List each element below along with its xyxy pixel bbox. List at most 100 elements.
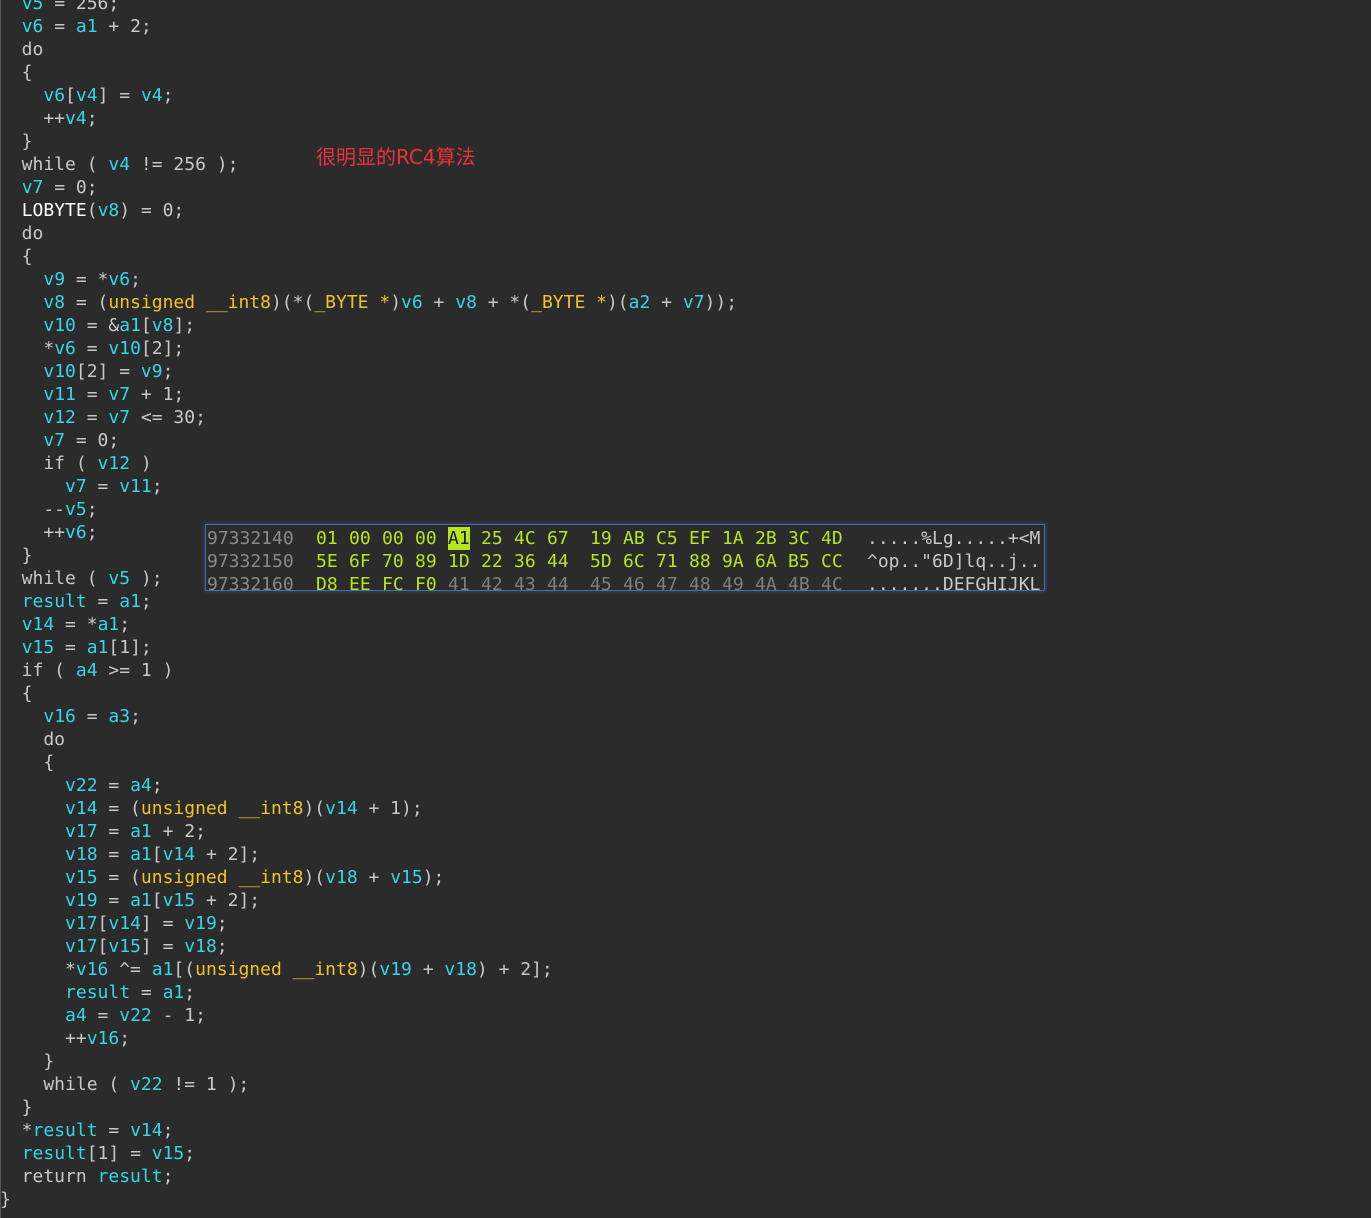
code-line[interactable]: v17 = a1 + 2; — [0, 820, 1371, 843]
code-identifier[interactable]: a1 — [163, 982, 185, 1003]
code-line[interactable]: v15 = (unsigned __int8)(v18 + v15); — [0, 866, 1371, 889]
code-identifier[interactable]: a1 — [152, 959, 174, 980]
code-identifier[interactable]: v17 — [65, 936, 98, 957]
code-identifier[interactable]: v8 — [152, 315, 174, 336]
code-line[interactable]: LOBYTE(v8) = 0; — [0, 199, 1371, 222]
code-line[interactable]: v7 = 0; — [0, 176, 1371, 199]
code-identifier[interactable]: v4 — [76, 85, 98, 106]
code-identifier[interactable]: v17 — [65, 821, 98, 842]
code-line[interactable]: *v6 = v10[2]; — [0, 337, 1371, 360]
code-identifier[interactable]: v10 — [43, 315, 76, 336]
code-identifier[interactable]: v18 — [184, 936, 217, 957]
code-identifier[interactable]: a4 — [65, 1005, 87, 1026]
code-line[interactable]: v17[v15] = v18; — [0, 935, 1371, 958]
code-identifier[interactable]: v6 — [43, 85, 65, 106]
code-identifier[interactable]: result — [65, 982, 130, 1003]
code-identifier[interactable]: v16 — [43, 706, 76, 727]
code-line[interactable]: v19 = a1[v15 + 2]; — [0, 889, 1371, 912]
code-line[interactable]: do — [0, 222, 1371, 245]
code-line[interactable]: v8 = (unsigned __int8)(*(_BYTE *)v6 + v8… — [0, 291, 1371, 314]
code-identifier[interactable]: result — [22, 1143, 87, 1164]
code-line[interactable]: v14 = *a1; — [0, 613, 1371, 636]
code-identifier[interactable]: v9 — [43, 269, 65, 290]
code-identifier[interactable]: a1 — [130, 844, 152, 865]
code-line[interactable]: while ( v4 != 256 ); — [0, 153, 1371, 176]
code-identifier[interactable]: v14 — [108, 913, 141, 934]
code-line[interactable]: } — [0, 130, 1371, 153]
code-line[interactable]: while ( v22 != 1 ); — [0, 1073, 1371, 1096]
code-identifier[interactable]: v14 — [65, 798, 98, 819]
code-identifier[interactable]: a4 — [76, 660, 98, 681]
code-identifier[interactable]: v15 — [163, 890, 196, 911]
code-identifier[interactable]: v19 — [379, 959, 412, 980]
code-identifier[interactable]: v19 — [184, 913, 217, 934]
code-identifier[interactable]: a1 — [119, 315, 141, 336]
code-line[interactable]: v17[v14] = v19; — [0, 912, 1371, 935]
code-identifier[interactable]: v11 — [119, 476, 152, 497]
code-identifier[interactable]: v4 — [65, 108, 87, 129]
code-identifier[interactable]: a1 — [87, 637, 109, 658]
code-identifier[interactable]: v15 — [390, 867, 423, 888]
code-line[interactable]: } — [0, 1050, 1371, 1073]
code-identifier[interactable]: v16 — [76, 959, 109, 980]
code-line[interactable]: ++v16; — [0, 1027, 1371, 1050]
code-line[interactable]: result[1] = v15; — [0, 1142, 1371, 1165]
code-identifier[interactable]: v18 — [65, 844, 98, 865]
code-identifier[interactable]: v6 — [54, 338, 76, 359]
code-identifier[interactable]: a4 — [130, 775, 152, 796]
code-line[interactable]: v11 = v7 + 1; — [0, 383, 1371, 406]
code-identifier[interactable]: v6 — [22, 16, 44, 37]
code-identifier[interactable]: v16 — [87, 1028, 120, 1049]
code-line[interactable]: result = a1; — [0, 981, 1371, 1004]
code-line[interactable]: { — [0, 61, 1371, 84]
code-identifier[interactable]: v4 — [141, 85, 163, 106]
code-identifier[interactable]: v10 — [43, 361, 76, 382]
code-identifier[interactable]: v14 — [22, 614, 55, 635]
code-line[interactable]: do — [0, 38, 1371, 61]
code-line[interactable]: } — [0, 1096, 1371, 1119]
code-identifier[interactable]: v15 — [152, 1143, 185, 1164]
code-identifier[interactable]: v9 — [141, 361, 163, 382]
code-line[interactable]: v7 = 0; — [0, 429, 1371, 452]
code-identifier[interactable]: v4 — [108, 154, 130, 175]
code-identifier[interactable]: v15 — [65, 867, 98, 888]
code-function[interactable]: LOBYTE — [22, 200, 87, 221]
code-line[interactable]: v15 = a1[1]; — [0, 636, 1371, 659]
code-identifier[interactable]: v8 — [455, 292, 477, 313]
code-identifier[interactable]: v6 — [65, 522, 87, 543]
code-line[interactable]: --v5; — [0, 498, 1371, 521]
code-identifier[interactable]: v14 — [325, 798, 358, 819]
code-line[interactable]: } — [0, 1188, 1371, 1211]
code-identifier[interactable]: v22 — [119, 1005, 152, 1026]
code-identifier[interactable]: v22 — [65, 775, 98, 796]
code-line[interactable]: *result = v14; — [0, 1119, 1371, 1142]
code-identifier[interactable]: a1 — [130, 890, 152, 911]
code-identifier[interactable]: v10 — [108, 338, 141, 359]
code-identifier[interactable]: v17 — [65, 913, 98, 934]
code-identifier[interactable]: v12 — [43, 407, 76, 428]
code-identifier[interactable]: v19 — [65, 890, 98, 911]
code-identifier[interactable]: result — [22, 591, 87, 612]
code-line[interactable]: ++v4; — [0, 107, 1371, 130]
code-identifier[interactable]: v14 — [130, 1120, 163, 1141]
code-line[interactable]: return result; — [0, 1165, 1371, 1188]
code-line[interactable]: if ( v12 ) — [0, 452, 1371, 475]
code-line[interactable]: v5 = 256; — [0, 0, 1371, 15]
code-identifier[interactable]: v18 — [325, 867, 358, 888]
code-line[interactable]: { — [0, 751, 1371, 774]
code-identifier[interactable]: v7 — [43, 430, 65, 451]
code-line[interactable]: v18 = a1[v14 + 2]; — [0, 843, 1371, 866]
code-identifier[interactable]: v11 — [43, 384, 76, 405]
code-identifier[interactable]: v7 — [108, 384, 130, 405]
code-line[interactable]: v14 = (unsigned __int8)(v14 + 1); — [0, 797, 1371, 820]
code-identifier[interactable]: v5 — [22, 0, 44, 14]
code-identifier[interactable]: v5 — [65, 499, 87, 520]
code-identifier[interactable]: a2 — [629, 292, 651, 313]
code-line[interactable]: { — [0, 245, 1371, 268]
code-identifier[interactable]: a1 — [119, 591, 141, 612]
code-identifier[interactable]: result — [33, 1120, 98, 1141]
code-line[interactable]: *v16 ^= a1[(unsigned __int8)(v19 + v18) … — [0, 958, 1371, 981]
pseudocode-view[interactable]: v5 = 256; v6 = a1 + 2; do { v6[v4] = v4;… — [0, 0, 1371, 1211]
code-line[interactable]: v16 = a3; — [0, 705, 1371, 728]
code-line[interactable]: do — [0, 728, 1371, 751]
